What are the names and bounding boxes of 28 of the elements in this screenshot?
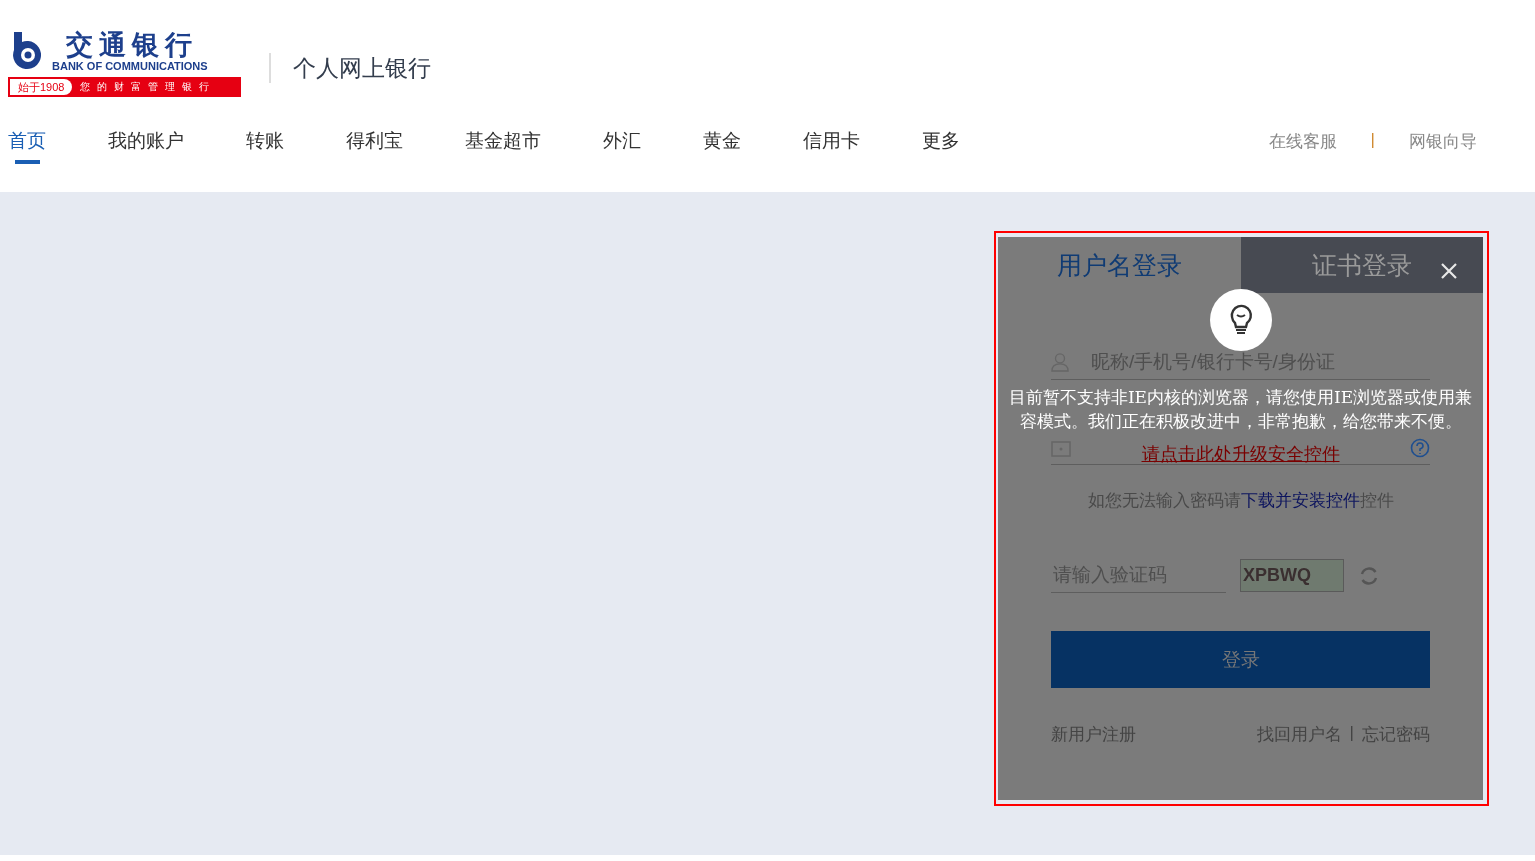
login-tab[interactable]: 证书登录 (1240, 237, 1483, 293)
nav-tab[interactable]: 基金超市 (465, 128, 541, 162)
upgrade-link[interactable]: 请点击此处升级安全控件 (1141, 444, 1340, 464)
top-link[interactable]: 网银向导 (1409, 130, 1477, 153)
bank-english-name: BANK OF COMMUNICATIONS (52, 59, 208, 73)
close-icon[interactable] (1439, 261, 1459, 281)
browser-notice: 目前暂不支持非IE内核的浏览器，请您使用IE浏览器或使用兼容模式。我们正在积极改进中，非常抱歉，给您带来不便。 (1007, 386, 1474, 433)
install-link[interactable]: 下载并安装控件 (1240, 491, 1360, 510)
top-link[interactable]: 在线客服 (1268, 130, 1337, 153)
slogan-text: 您的财富管理银行 (79, 79, 217, 94)
help-icon[interactable] (1410, 438, 1430, 458)
nav-tab[interactable]: 更多 (922, 128, 960, 162)
separator: | (1370, 130, 1375, 151)
since-label: 始于1908 (10, 78, 73, 95)
separator: | (1349, 723, 1354, 744)
login-button[interactable]: 登录 (1051, 631, 1430, 688)
refresh-icon[interactable] (1358, 564, 1380, 587)
nav-tab[interactable]: 我的账户 (108, 128, 184, 162)
product-title: 个人网上银行 (269, 53, 431, 83)
nav-tab[interactable]: 外汇 (603, 128, 641, 162)
nav-tab[interactable]: 信用卡 (803, 128, 860, 162)
nav-tab[interactable]: 转账 (246, 128, 284, 162)
captcha-image: XPBWQ (1240, 559, 1344, 592)
nav-tab[interactable]: 首页 (8, 128, 46, 162)
nav-tab[interactable]: 黄金 (703, 128, 741, 162)
bank-name: 交通银行 (65, 29, 198, 60)
lightbulb-icon (1209, 289, 1272, 351)
nav-tab[interactable]: 得利宝 (346, 128, 403, 162)
